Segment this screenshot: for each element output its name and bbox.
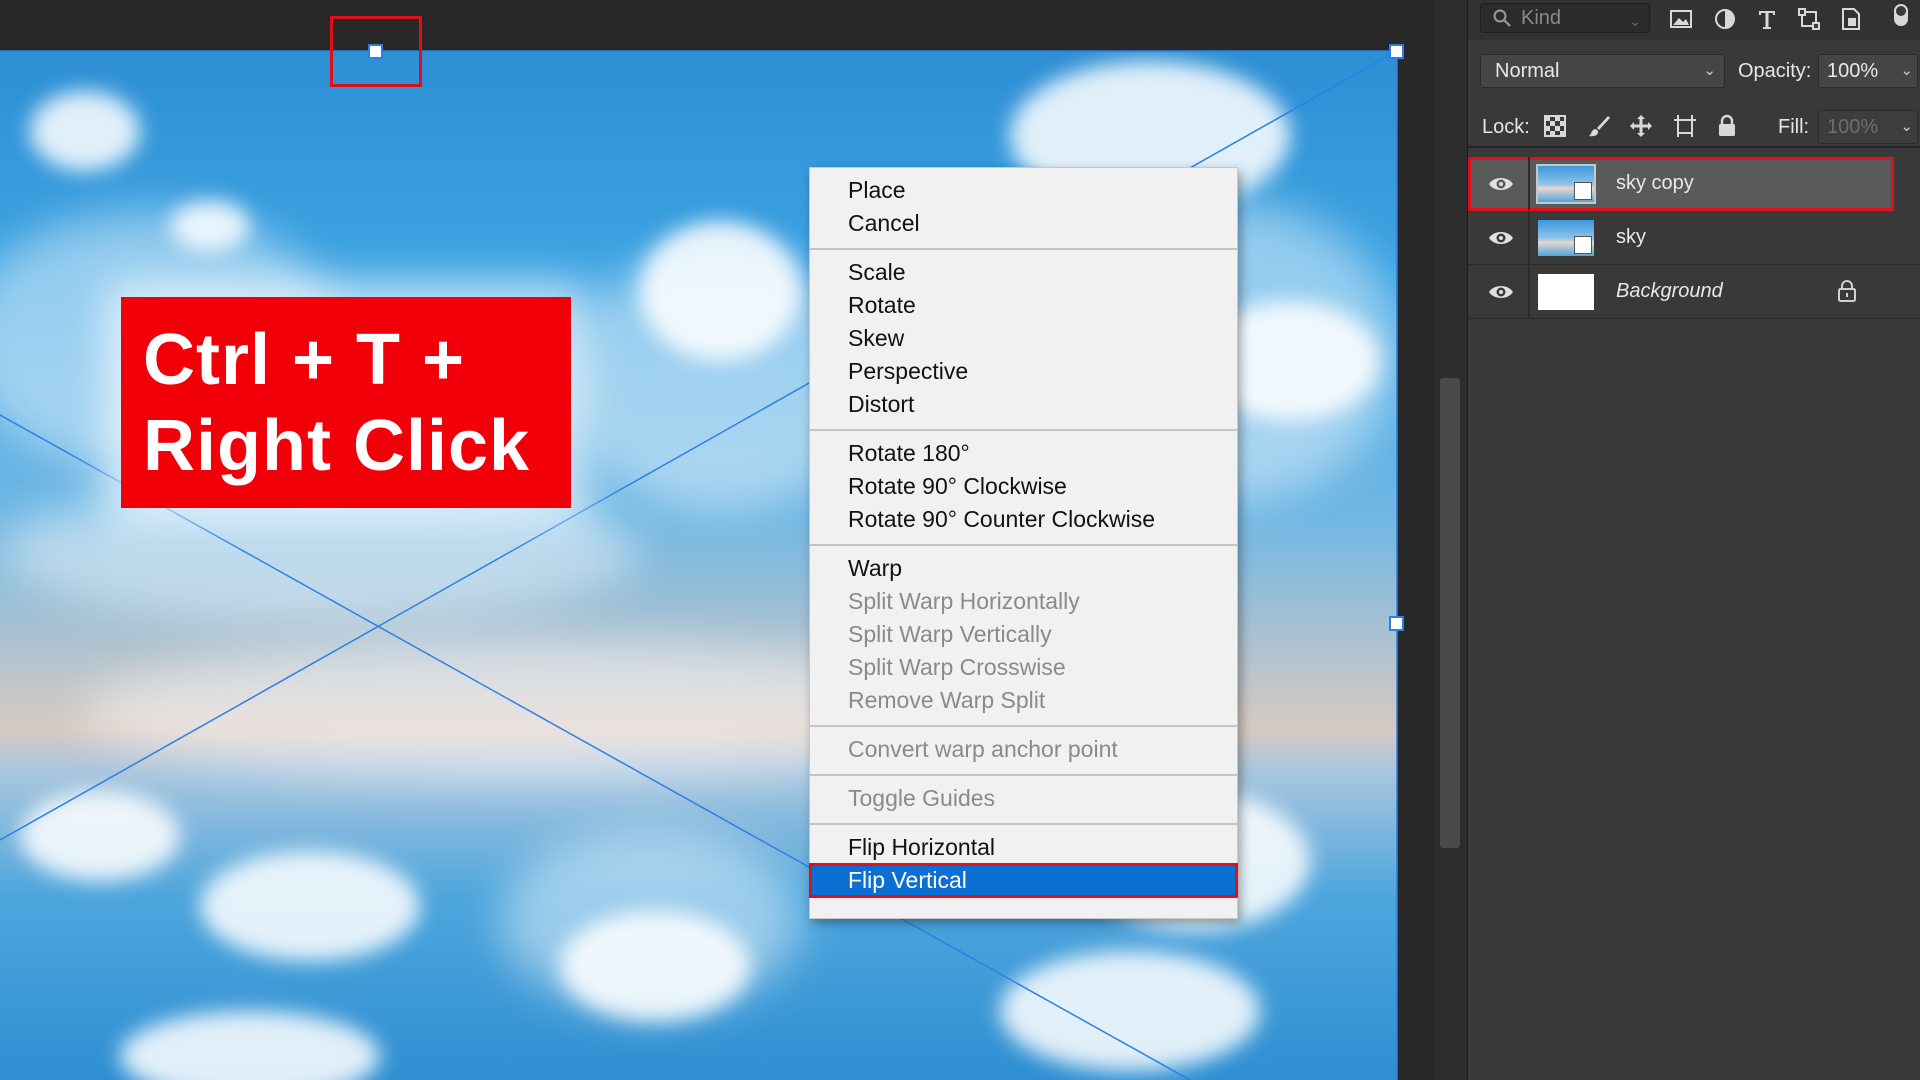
menu-separator bbox=[810, 725, 1237, 727]
fill-label: Fill: bbox=[1778, 116, 1810, 138]
menu-separator bbox=[810, 429, 1237, 431]
menu-item-split-warp-vertically: Split Warp Vertically bbox=[848, 621, 1052, 647]
smart-object-filter-icon[interactable] bbox=[1838, 6, 1864, 32]
shortcut-line-2: Right Click bbox=[143, 405, 531, 486]
lock-all-icon[interactable] bbox=[1714, 113, 1740, 139]
search-icon bbox=[1493, 9, 1511, 27]
blend-mode-value: Normal bbox=[1495, 60, 1560, 82]
shortcut-overlay: Ctrl + T + Right Click bbox=[121, 297, 571, 508]
menu-separator bbox=[810, 774, 1237, 776]
menu-item-split-warp-horizontally: Split Warp Horizontally bbox=[848, 588, 1080, 614]
transform-context-menu: Place Cancel Scale Rotate Skew Perspective Dis… bbox=[809, 167, 1238, 919]
shape-filter-icon[interactable] bbox=[1796, 6, 1822, 32]
eye-icon[interactable] bbox=[1488, 172, 1514, 196]
layer-row-sky[interactable]: sky bbox=[1468, 211, 1920, 265]
type-filter-icon[interactable] bbox=[1754, 6, 1780, 32]
adjustment-filter-icon[interactable] bbox=[1712, 6, 1738, 32]
fill-value: 100% bbox=[1827, 116, 1879, 138]
menu-separator bbox=[810, 544, 1237, 546]
opacity-field[interactable]: 100% ⌄ bbox=[1818, 54, 1918, 88]
lock-image-pixels-icon[interactable] bbox=[1586, 113, 1612, 139]
layer-thumbnail[interactable] bbox=[1536, 218, 1596, 258]
layer-thumbnail[interactable] bbox=[1536, 164, 1596, 204]
transform-handle-right[interactable] bbox=[1389, 616, 1404, 631]
filter-kind-select[interactable]: Kind ⌄ bbox=[1480, 3, 1650, 33]
lock-icon[interactable] bbox=[1836, 279, 1858, 303]
menu-item-distort[interactable]: Distort bbox=[810, 388, 1237, 421]
menu-item-place[interactable]: Place bbox=[810, 174, 1237, 207]
menu-item-flip-vertical[interactable]: Flip Vertical bbox=[809, 863, 1238, 898]
chevron-down-icon: ⌄ bbox=[1629, 13, 1641, 29]
smart-object-badge-icon bbox=[1574, 236, 1592, 254]
document-canvas[interactable]: Ctrl + T + Right Click Place Cancel Scale R… bbox=[0, 0, 1434, 1080]
menu-item-rotate-180[interactable]: Rotate 180° bbox=[810, 437, 1237, 470]
lock-row: Lock: Fill: 100% ⌄ bbox=[1468, 104, 1920, 148]
menu-item-cancel[interactable]: Cancel bbox=[810, 207, 1237, 240]
menu-item-perspective[interactable]: Perspective bbox=[810, 355, 1237, 388]
layer-name[interactable]: Background bbox=[1616, 280, 1723, 303]
photoshop-window: Ctrl + T + Right Click Place Cancel Scale R… bbox=[0, 0, 1920, 1080]
eye-icon[interactable] bbox=[1488, 280, 1514, 304]
layer-thumbnail[interactable] bbox=[1536, 272, 1596, 312]
layer-name[interactable]: sky bbox=[1616, 226, 1646, 249]
filter-toggle-icon[interactable] bbox=[1886, 2, 1912, 28]
menu-separator bbox=[810, 248, 1237, 250]
menu-item-rotate[interactable]: Rotate bbox=[810, 289, 1237, 322]
lock-transparent-pixels-icon[interactable] bbox=[1542, 113, 1568, 139]
image-filter-icon[interactable] bbox=[1668, 6, 1694, 32]
opacity-value: 100% bbox=[1827, 60, 1879, 82]
layer-divider bbox=[1528, 265, 1530, 318]
menu-item-split-warp-crosswise: Split Warp Crosswise bbox=[848, 654, 1066, 680]
canvas-vertical-scrollbar[interactable] bbox=[1434, 0, 1468, 1080]
handle-annotation-box bbox=[330, 16, 422, 87]
eye-icon[interactable] bbox=[1488, 226, 1514, 250]
lock-position-icon[interactable] bbox=[1628, 113, 1654, 139]
opacity-label: Opacity: bbox=[1738, 60, 1812, 82]
lock-label: Lock: bbox=[1482, 116, 1530, 138]
chevron-down-icon[interactable]: ⌄ bbox=[1900, 111, 1913, 143]
transform-handle-top-right[interactable] bbox=[1389, 44, 1404, 59]
menu-item-flip-horizontal[interactable]: Flip Horizontal bbox=[810, 831, 1237, 864]
menu-item-rotate-90-clockwise[interactable]: Rotate 90° Clockwise bbox=[810, 470, 1237, 503]
layer-name[interactable]: sky copy bbox=[1616, 172, 1694, 195]
menu-item-skew[interactable]: Skew bbox=[810, 322, 1237, 355]
layer-row-sky-copy[interactable]: sky copy bbox=[1468, 157, 1894, 211]
shortcut-line-1: Ctrl + T + bbox=[143, 319, 466, 400]
menu-item-toggle-guides: Toggle Guides bbox=[848, 785, 996, 811]
layer-filter-row: Kind ⌄ bbox=[1468, 0, 1920, 40]
blend-row: Normal ⌄ Opacity: 100% ⌄ bbox=[1468, 50, 1920, 94]
chevron-down-icon: ⌄ bbox=[1703, 62, 1716, 79]
menu-separator bbox=[810, 823, 1237, 825]
smart-object-badge-icon bbox=[1574, 182, 1592, 200]
fill-field[interactable]: 100% ⌄ bbox=[1818, 110, 1918, 144]
menu-item-warp[interactable]: Warp bbox=[810, 552, 1237, 585]
layers-panel: Kind ⌄ Normal ⌄ Opacity: 100% ⌄ Lock: Fi… bbox=[1468, 0, 1920, 1080]
lock-artboard-icon[interactable] bbox=[1672, 113, 1698, 139]
layer-divider bbox=[1528, 211, 1530, 264]
filter-kind-label: Kind bbox=[1521, 7, 1562, 29]
blend-mode-select[interactable]: Normal ⌄ bbox=[1480, 54, 1725, 88]
menu-item-scale[interactable]: Scale bbox=[810, 256, 1237, 289]
menu-item-rotate-90-counter-clockwise[interactable]: Rotate 90° Counter Clockwise bbox=[810, 503, 1237, 536]
chevron-down-icon[interactable]: ⌄ bbox=[1900, 55, 1913, 87]
menu-item-convert-warp-anchor-point: Convert warp anchor point bbox=[848, 736, 1118, 762]
layer-divider bbox=[1528, 157, 1530, 210]
layer-row-background[interactable]: Background bbox=[1468, 265, 1920, 319]
menu-item-remove-warp-split: Remove Warp Split bbox=[848, 687, 1046, 713]
scrollbar-thumb[interactable] bbox=[1440, 378, 1460, 848]
